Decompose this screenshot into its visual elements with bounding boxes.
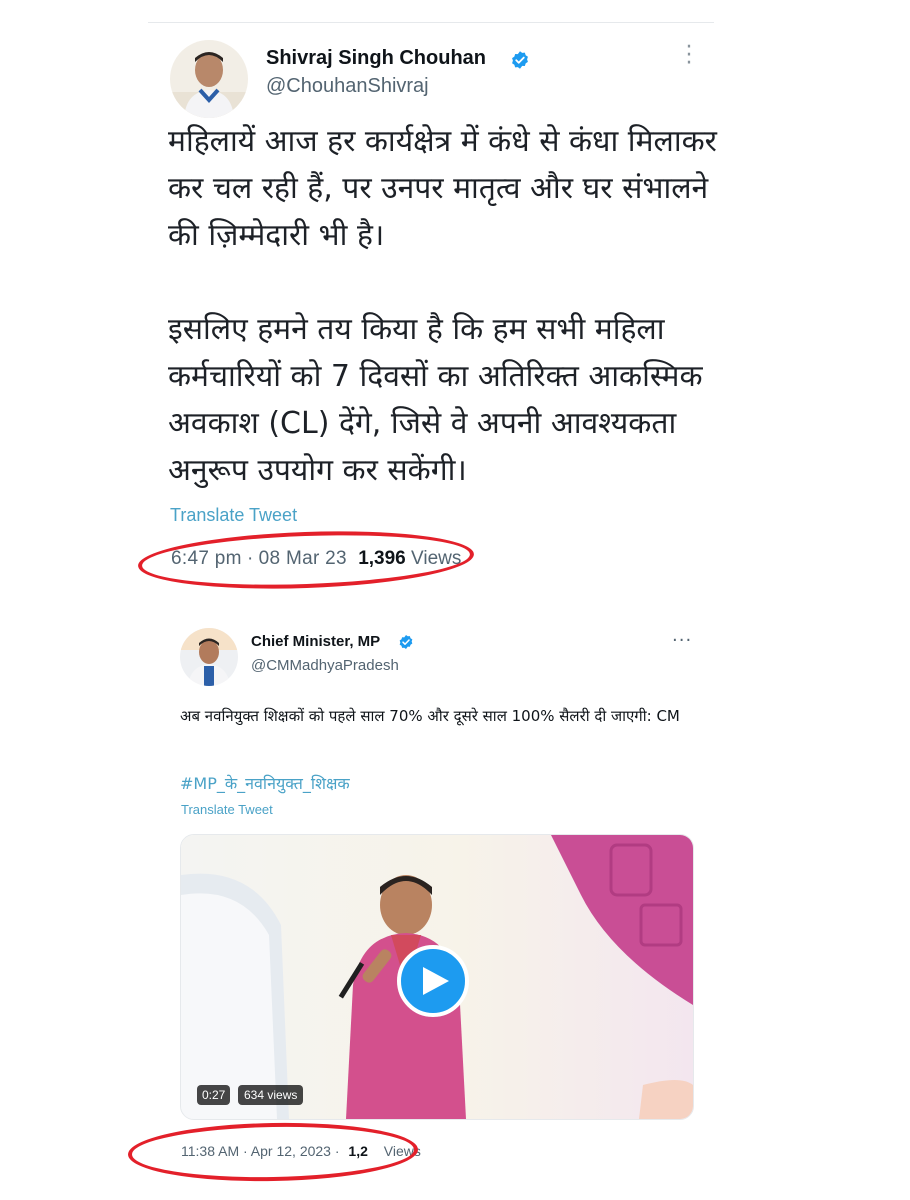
video-view-count: 634 views <box>238 1085 304 1105</box>
tweet-text: महिलायें आज हर कार्यक्षेत्र में कंधे से … <box>168 118 728 494</box>
tweet-text: अब नवनियुक्त शिक्षकों को पहले साल 70% और… <box>180 707 680 725</box>
play-button[interactable] <box>397 945 469 1017</box>
verified-badge-icon <box>399 635 413 649</box>
avatar[interactable] <box>170 40 248 118</box>
hashtag-link[interactable]: #MP_के_नवनियुक्त_शिक्षक <box>180 772 350 794</box>
translate-tweet-link[interactable]: Translate Tweet <box>170 505 297 526</box>
highlight-circle <box>127 1120 419 1184</box>
more-options-icon[interactable]: ··· <box>684 37 694 75</box>
tweet-paragraph: इसलिए हमने तय किया है कि हम सभी महिला कर… <box>168 312 703 488</box>
tweet-paragraph: महिलायें आज हर कार्यक्षेत्र में कंधे से … <box>168 124 717 253</box>
verified-badge-icon <box>512 51 528 69</box>
author-handle[interactable]: @CMMadhyaPradesh <box>251 657 399 674</box>
video-player[interactable]: 0:27 634 views <box>180 834 694 1120</box>
translate-tweet-link[interactable]: Translate Tweet <box>181 802 273 817</box>
author-name[interactable]: Shivraj Singh Chouhan <box>266 47 486 70</box>
tweet-card-2[interactable]: Chief Minister, MP @CMMadhyaPradesh ··· … <box>0 600 910 1200</box>
tweet-card-1[interactable]: Shivraj Singh Chouhan @ChouhanShivraj · ·… <box>0 0 910 600</box>
avatar[interactable] <box>180 628 238 686</box>
video-duration: 0:27 <box>197 1085 231 1105</box>
author-name[interactable]: Chief Minister, MP <box>251 633 380 650</box>
highlight-circle <box>137 526 475 594</box>
author-handle[interactable]: @ChouhanShivraj <box>266 75 429 98</box>
play-icon <box>423 967 449 995</box>
more-options-icon[interactable]: ··· <box>672 632 692 650</box>
